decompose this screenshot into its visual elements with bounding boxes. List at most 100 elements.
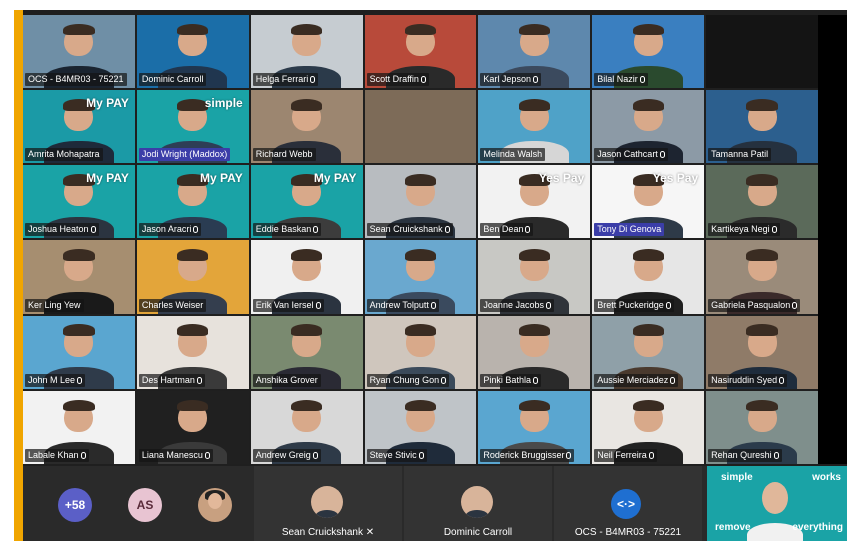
microphone-icon — [566, 451, 572, 459]
participant-tile[interactable]: Richard Webb — [250, 90, 363, 164]
participant-tile[interactable]: Brett Puckeridge — [592, 240, 705, 314]
microphone-icon — [659, 151, 665, 159]
participant-tile[interactable]: Jason Cathcart — [592, 90, 705, 164]
participant-tile[interactable]: Andrew Greig — [250, 390, 363, 464]
participant-tile[interactable]: Roderick Bruggisser — [478, 390, 591, 464]
participant-hair — [63, 324, 95, 337]
participant-name: Ryan Chung Gon — [369, 374, 440, 385]
participant-tile[interactable]: My PAY Eddie Baskan — [250, 165, 363, 239]
bottom-participant-tile[interactable]: Dominic Carroll — [404, 466, 552, 541]
participant-name: Joshua Heaton — [28, 224, 89, 235]
participant-tile[interactable]: John M Lee — [23, 315, 135, 389]
participant-tile[interactable]: Dominic Carroll — [136, 15, 249, 89]
participant-hair — [518, 324, 550, 337]
participant-tile[interactable]: Sean Cruickshank — [364, 165, 477, 239]
participant-tile[interactable]: My PAY Jason Aracri — [136, 165, 249, 239]
selfview-text-simple: simple — [721, 472, 753, 483]
participant-hair — [177, 324, 209, 337]
microphone-icon — [196, 376, 202, 384]
participant-tile[interactable]: Andrew Tolputt — [364, 240, 477, 314]
participant-name: OCS - B4MR03 - 75221 — [28, 74, 124, 85]
participant-name: Gabriela Pasqualon — [711, 299, 791, 310]
participant-tile[interactable]: Erik Van Iersel — [250, 240, 363, 314]
participant-tile[interactable]: OCS - B4MR03 - 75221 — [23, 15, 135, 89]
background-branding: My PAY — [313, 171, 357, 186]
participant-name: Nasiruddin Syed — [711, 374, 778, 385]
microphone-icon — [193, 226, 199, 234]
participant-name: Eddie Baskan — [255, 224, 312, 235]
participant-tile[interactable]: Charles Weiser — [136, 240, 249, 314]
participant-tile[interactable]: Karl Jepson — [478, 15, 591, 89]
participant-hair — [404, 23, 437, 36]
participant-name: Melinda Walsh — [483, 149, 543, 160]
participant-tile[interactable]: Ker Ling Yew — [23, 240, 135, 314]
participant-tile[interactable]: Des Hartman — [136, 315, 249, 389]
participant-tile[interactable]: Aussie Merciadez — [592, 315, 705, 389]
participant-tile[interactable]: Neil Ferreira — [592, 390, 705, 464]
participant-tile[interactable]: Melinda Walsh — [478, 90, 591, 164]
participant-name: Ker Ling Yew — [28, 299, 81, 310]
video-background — [364, 90, 477, 164]
avatar — [461, 486, 493, 518]
participant-avatar-photo[interactable] — [198, 488, 232, 522]
device-room-icon: <·> — [611, 489, 641, 519]
participant-name-label: Dominic Carroll — [138, 73, 207, 87]
participant-tile[interactable]: My PAY Joshua Heaton — [23, 165, 135, 239]
participant-tile[interactable]: Tamanna Patil — [706, 90, 818, 164]
participant-tile[interactable]: Liana Manescu — [136, 390, 249, 464]
participant-name-label: Nasiruddin Syed — [708, 373, 788, 387]
participant-tile[interactable]: Bilal Nazir — [592, 15, 705, 89]
participant-name: Pinki Bathla — [483, 374, 531, 385]
overflow-participants-button[interactable]: +58 — [58, 488, 92, 522]
participant-name-label: Ben Dean — [480, 223, 534, 237]
participant-tile[interactable]: Ryan Chung Gon — [364, 315, 477, 389]
participant-hair — [632, 249, 664, 261]
participant-hair — [632, 399, 664, 412]
bottom-participant-tile[interactable]: Sean Cruickshank ✕ — [254, 466, 402, 541]
participant-tile[interactable]: Anshika Grover — [250, 315, 363, 389]
participant-name-label: Ryan Chung Gon — [366, 373, 450, 387]
participant-tile[interactable]: Gabriela Pasqualon — [706, 240, 818, 314]
participant-name: Dominic Carroll — [141, 74, 204, 85]
participant-tile[interactable]: Steve Stivic — [364, 390, 477, 464]
participant-tile[interactable]: My PAY Amrita Mohapatra — [23, 90, 135, 164]
participant-name: Jason Aracri — [141, 224, 192, 235]
participant-name-label: Steve Stivic — [366, 448, 427, 462]
participant-name-label: Labale Khan — [25, 448, 89, 462]
participant-tile[interactable]: Helga Ferrari — [250, 15, 363, 89]
participant-name: Andrew Tolputt — [369, 299, 429, 310]
participant-tile[interactable] — [706, 15, 818, 89]
participant-hair — [177, 23, 209, 36]
microphone-icon — [430, 301, 436, 309]
participant-tile[interactable]: Nasiruddin Syed — [706, 315, 818, 389]
participant-hair — [290, 249, 323, 261]
microphone-icon — [418, 451, 424, 459]
microphone-icon — [532, 76, 538, 84]
participant-tile[interactable]: Pinki Bathla — [478, 315, 591, 389]
participant-name: Scott Draffin — [369, 74, 419, 85]
participant-tile[interactable]: Joanne Jacobs — [478, 240, 591, 314]
participant-hair — [63, 23, 95, 36]
participant-hair — [63, 399, 95, 412]
participant-hair — [290, 399, 323, 412]
participant-tile[interactable]: Kartikeya Negi — [706, 165, 818, 239]
participant-tile[interactable] — [364, 90, 477, 164]
participant-tile[interactable]: Yes Pay Ben Dean — [478, 165, 591, 239]
participant-name-label: Brett Puckeridge — [594, 298, 674, 312]
avatar-initials: AS — [136, 498, 154, 512]
microphone-icon — [792, 301, 798, 309]
self-view-video[interactable]: simple works remove everything — [707, 466, 847, 541]
participant-tile[interactable]: Scott Draffin — [364, 15, 477, 89]
participant-tile[interactable]: Labale Khan — [23, 390, 135, 464]
microphone-icon — [312, 451, 318, 459]
participant-name-label: Charles Weiser — [138, 298, 207, 312]
participant-name-label: Neil Ferreira — [594, 448, 657, 462]
participant-name: Helga Ferrari — [255, 74, 309, 85]
participant-avatar-initials[interactable]: AS — [128, 488, 162, 522]
participant-tile[interactable]: simple Jodi Wright (Maddox) — [136, 90, 249, 164]
participant-tile[interactable]: Yes Pay Tony Di Genova — [592, 165, 705, 239]
participant-name: Des Hartman — [141, 374, 195, 385]
participant-name: Sean Cruickshank — [369, 224, 443, 235]
microphone-icon — [310, 76, 316, 84]
participant-tile[interactable]: Rehan Qureshi — [706, 390, 818, 464]
